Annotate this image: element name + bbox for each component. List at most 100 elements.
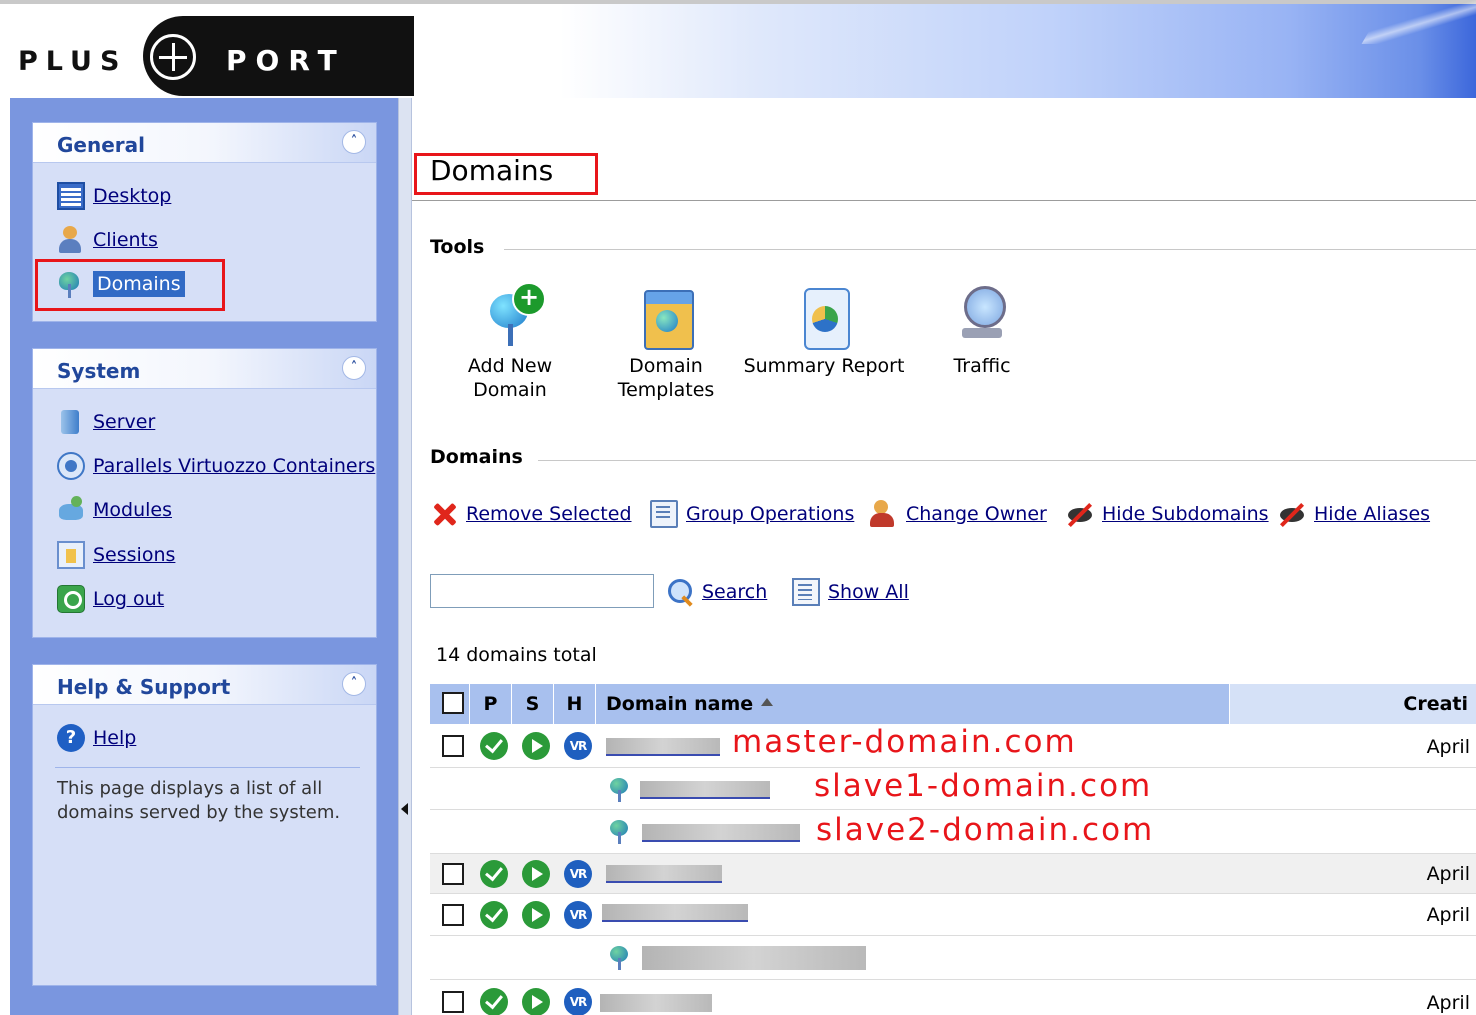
traffic-tool[interactable]: Traffic bbox=[936, 284, 1028, 378]
help-panel-header[interactable]: Help & Support ˄ bbox=[33, 665, 376, 705]
collapse-system-button[interactable]: ˄ bbox=[342, 356, 366, 380]
summary-report-tool[interactable]: Summary Report bbox=[742, 284, 906, 378]
action-label[interactable]: Show All bbox=[828, 581, 909, 603]
creation-date: April bbox=[1426, 992, 1470, 1014]
help-description: This page displays a list of all domains… bbox=[57, 778, 341, 823]
collapse-general-button[interactable]: ˄ bbox=[342, 130, 366, 154]
logout-icon bbox=[57, 585, 85, 613]
column-header-p[interactable]: P bbox=[470, 684, 512, 724]
action-label[interactable]: Search bbox=[702, 581, 767, 603]
nav-item-sessions[interactable]: Sessions bbox=[57, 540, 175, 570]
nav-item-logout[interactable]: Log out bbox=[57, 584, 164, 614]
domains-section-title: Domains bbox=[430, 446, 523, 468]
nav-item-clients[interactable]: Clients bbox=[57, 225, 158, 255]
add-new-domain-tool[interactable]: Add New Domain bbox=[430, 282, 590, 402]
hide-aliases-button[interactable]: Hide Aliases bbox=[1278, 498, 1430, 530]
action-label[interactable]: Remove Selected bbox=[466, 503, 632, 525]
tool-label: Domain Templates bbox=[617, 355, 715, 401]
sort-ascending-icon bbox=[761, 698, 774, 706]
status-running-icon bbox=[522, 860, 550, 888]
redacted-domain-link[interactable] bbox=[602, 904, 748, 922]
nav-item-help[interactable]: Help bbox=[57, 723, 136, 753]
nav-item-label[interactable]: Server bbox=[93, 411, 155, 433]
select-all-checkbox[interactable] bbox=[442, 692, 464, 714]
annotation-label: master-domain.com bbox=[732, 724, 1077, 760]
action-label[interactable]: Hide Subdomains bbox=[1102, 503, 1269, 525]
traffic-icon bbox=[954, 284, 1010, 348]
help-panel-title: Help & Support bbox=[57, 675, 231, 699]
nav-item-label[interactable]: Parallels Virtuozzo Containers bbox=[93, 455, 375, 477]
redacted-domain-link[interactable] bbox=[606, 865, 722, 883]
desktop-icon bbox=[57, 182, 85, 210]
hosting-vr-icon: VR bbox=[564, 901, 592, 929]
row-checkbox[interactable] bbox=[442, 863, 464, 885]
status-running-icon bbox=[522, 901, 550, 929]
clients-icon bbox=[57, 226, 85, 254]
nav-item-server[interactable]: Server bbox=[57, 407, 155, 437]
show-all-button[interactable]: Show All bbox=[792, 576, 909, 608]
general-panel-header[interactable]: General ˄ bbox=[33, 123, 376, 163]
action-label[interactable]: Change Owner bbox=[906, 503, 1047, 525]
highlight-box bbox=[414, 153, 598, 195]
row-checkbox[interactable] bbox=[442, 735, 464, 757]
nav-item-virtuozzo[interactable]: Parallels Virtuozzo Containers bbox=[57, 451, 375, 481]
logo: PLUS PORT bbox=[0, 12, 414, 96]
show-all-icon bbox=[792, 578, 820, 606]
status-ok-icon bbox=[480, 732, 508, 760]
group-operations-button[interactable]: Group Operations bbox=[650, 498, 854, 530]
logo-text-port: PORT bbox=[226, 44, 346, 77]
table-row[interactable]: VR April bbox=[430, 854, 1476, 894]
table-row[interactable]: slave1-domain.com bbox=[430, 768, 1476, 810]
table-row[interactable]: VR April bbox=[430, 894, 1476, 936]
remove-icon bbox=[430, 500, 458, 528]
search-input[interactable] bbox=[430, 574, 654, 608]
tool-label: Add New Domain bbox=[467, 355, 553, 401]
logo-plus-icon bbox=[150, 34, 196, 80]
redacted-domain-link[interactable] bbox=[600, 994, 712, 1012]
header-select-cell bbox=[430, 684, 470, 724]
tool-label: Summary Report bbox=[743, 355, 905, 377]
status-running-icon bbox=[522, 988, 550, 1015]
row-checkbox[interactable] bbox=[442, 904, 464, 926]
domain-templates-tool[interactable]: Domain Templates bbox=[608, 284, 724, 402]
nav-item-label[interactable]: Log out bbox=[93, 588, 164, 610]
redacted-domain-link[interactable] bbox=[640, 781, 770, 799]
status-ok-icon bbox=[480, 988, 508, 1015]
hide-subdomains-button[interactable]: Hide Subdomains bbox=[1066, 498, 1269, 530]
column-header-h[interactable]: H bbox=[554, 684, 596, 724]
nav-item-label[interactable]: Help bbox=[93, 727, 136, 749]
nav-item-desktop[interactable]: Desktop bbox=[57, 181, 171, 211]
divider bbox=[538, 460, 1476, 461]
creation-date: April bbox=[1426, 736, 1470, 758]
nav-item-label[interactable]: Desktop bbox=[93, 185, 171, 207]
action-label[interactable]: Hide Aliases bbox=[1314, 503, 1430, 525]
column-header-domain-name[interactable]: Domain name bbox=[596, 684, 1230, 724]
redacted-domain-link[interactable] bbox=[642, 824, 800, 842]
collapse-arrow-icon[interactable] bbox=[401, 803, 408, 815]
table-row[interactable]: slave2-domain.com bbox=[430, 810, 1476, 854]
search-button[interactable]: Search bbox=[666, 576, 767, 608]
table-row[interactable]: VR master-domain.com April bbox=[430, 724, 1476, 768]
row-checkbox[interactable] bbox=[442, 991, 464, 1013]
redacted-domain-link[interactable] bbox=[642, 946, 866, 970]
hosting-vr-icon: VR bbox=[564, 732, 592, 760]
highlight-box bbox=[35, 259, 225, 311]
nav-item-modules[interactable]: Modules bbox=[57, 495, 172, 525]
remove-selected-button[interactable]: Remove Selected bbox=[430, 498, 632, 530]
nav-item-label[interactable]: Clients bbox=[93, 229, 158, 251]
column-header-creation-date[interactable]: Creati bbox=[1230, 684, 1476, 724]
summary-report-icon bbox=[796, 284, 852, 350]
nav-item-label[interactable]: Modules bbox=[93, 499, 172, 521]
table-row[interactable] bbox=[430, 936, 1476, 980]
left-navigation: General ˄ Desktop Clients Domains System… bbox=[10, 98, 398, 1015]
nav-item-label[interactable]: Sessions bbox=[93, 544, 175, 566]
table-row[interactable]: VR April bbox=[430, 980, 1476, 1015]
add-domain-icon bbox=[482, 282, 546, 348]
column-header-s[interactable]: S bbox=[512, 684, 554, 724]
collapse-help-button[interactable]: ˄ bbox=[342, 672, 366, 696]
change-owner-button[interactable]: Change Owner bbox=[870, 498, 1047, 530]
system-panel-header[interactable]: System ˄ bbox=[33, 349, 376, 389]
redacted-domain-link[interactable] bbox=[606, 738, 720, 756]
action-label[interactable]: Group Operations bbox=[686, 503, 854, 525]
panel-splitter[interactable] bbox=[398, 98, 412, 1015]
